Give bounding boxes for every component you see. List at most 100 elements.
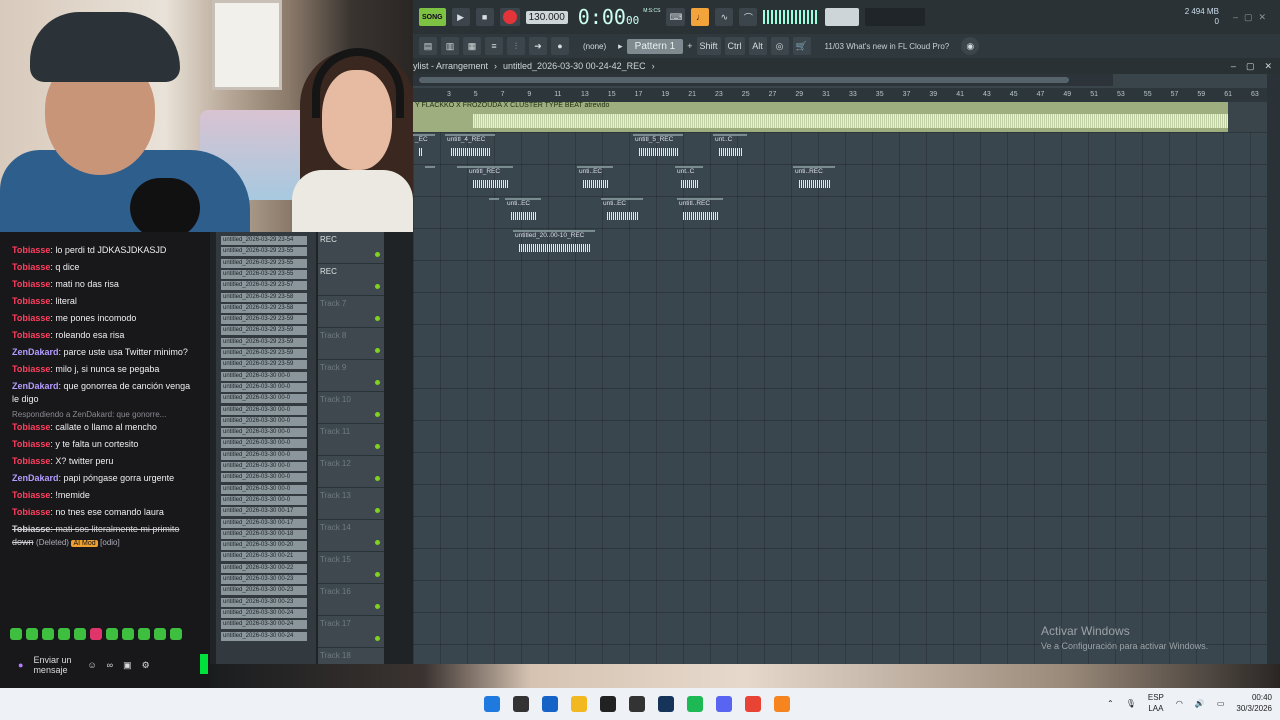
- chat-input-bar[interactable]: ● Enviar un mensaje ☺ ∞ ▣ ⚙: [0, 650, 210, 680]
- audio-clip-small[interactable]: [489, 198, 499, 224]
- browser-file[interactable]: untitled_2026-03-29 23-58: [221, 292, 307, 302]
- chat-username[interactable]: ZenDakard: [12, 347, 59, 357]
- mixer-icon[interactable]: ≡: [485, 37, 503, 55]
- browser-file[interactable]: untitled_2026-03-29 23-55: [221, 258, 307, 268]
- snap-icon[interactable]: ◎: [770, 37, 789, 55]
- extensions-icon[interactable]: ∞: [107, 660, 113, 670]
- browser-file[interactable]: untitled_2026-03-30 00-22: [221, 563, 307, 573]
- chat-username[interactable]: ZenDakard: [12, 381, 59, 391]
- audio-clip[interactable]: unt..C: [675, 166, 703, 192]
- audio-clip[interactable]: untitl_5_REC: [633, 134, 683, 160]
- track-header[interactable]: Track 9: [318, 360, 384, 392]
- metronome-icon[interactable]: ♩: [691, 8, 710, 26]
- chat-input[interactable]: Enviar un mensaje: [33, 655, 77, 675]
- chevron-up-icon[interactable]: ⌃: [1107, 699, 1114, 708]
- browser-file[interactable]: untitled_2026-03-30 00-0: [221, 439, 307, 449]
- emote-icon[interactable]: [90, 628, 102, 640]
- track-header[interactable]: Track 7: [318, 296, 384, 328]
- audio-clip-small[interactable]: [425, 134, 435, 160]
- browser-file[interactable]: untitled_2026-03-29 23-57: [221, 281, 307, 291]
- emote-icon[interactable]: [26, 628, 38, 640]
- browser-file[interactable]: untitled_2026-03-29 23-59: [221, 315, 307, 325]
- track-header[interactable]: Track 17: [318, 616, 384, 648]
- browser-file[interactable]: untitled_2026-03-30 00-0: [221, 450, 307, 460]
- chat-username[interactable]: Tobiasse: [12, 364, 50, 374]
- playlist-window-controls[interactable]: ‒ ▢ ✕: [1231, 61, 1280, 72]
- browser-file[interactable]: untitled_2026-03-30 00-0: [221, 495, 307, 505]
- chat-username[interactable]: Tobiasse: [12, 422, 50, 432]
- ctrl-button[interactable]: Ctrl: [724, 37, 745, 55]
- epic-games-icon[interactable]: [629, 696, 645, 712]
- folder-icon[interactable]: [571, 696, 587, 712]
- play-button[interactable]: ▶: [451, 8, 470, 26]
- track-header[interactable]: Track 10: [318, 392, 384, 424]
- window-controls[interactable]: ‒▢✕: [1233, 12, 1272, 23]
- browser-file[interactable]: untitled_2026-03-30 00-20: [221, 541, 307, 551]
- browser-file[interactable]: untitled_2026-03-29 23-59: [221, 349, 307, 358]
- audio-clip[interactable]: untitl_REC: [467, 166, 513, 192]
- chat-username[interactable]: Tobiasse: [12, 330, 50, 340]
- track-led[interactable]: [375, 348, 380, 353]
- chat-username[interactable]: Tobiasse: [12, 279, 50, 289]
- shift-button[interactable]: Shift: [696, 37, 721, 55]
- cart-icon[interactable]: 🛒: [792, 37, 811, 55]
- chat-username[interactable]: Tobiasse: [12, 439, 50, 449]
- track-led[interactable]: [375, 412, 380, 417]
- channel-rack-icon[interactable]: ▦: [463, 37, 481, 55]
- store-icon[interactable]: ▣: [123, 660, 132, 671]
- horizontal-scrollbar[interactable]: [413, 74, 1113, 86]
- browser-file[interactable]: untitled_2026-03-30 00-0: [221, 462, 307, 471]
- browser-file[interactable]: untitled_2026-03-29 23-59: [221, 326, 307, 336]
- playlist-icon[interactable]: ▤: [419, 37, 437, 55]
- track-led[interactable]: [375, 540, 380, 545]
- track-led[interactable]: [375, 508, 380, 513]
- emote-icon[interactable]: [138, 628, 150, 640]
- emote-icon[interactable]: [106, 628, 118, 640]
- gear-icon[interactable]: ⚙: [142, 660, 150, 671]
- arrow-icon[interactable]: ➜: [529, 37, 547, 55]
- time-display[interactable]: 0:0000: [574, 5, 643, 29]
- windows-start-icon[interactable]: [484, 696, 500, 712]
- browser-file[interactable]: untitled_2026-03-30 00-24: [221, 620, 307, 630]
- song-mode-button[interactable]: SONG: [419, 8, 446, 26]
- wait-icon[interactable]: ∿: [715, 8, 734, 26]
- audio-clip[interactable]: unti..EC: [601, 198, 643, 224]
- emoji-icon[interactable]: ☺: [87, 660, 96, 670]
- emote-icon[interactable]: [58, 628, 70, 640]
- vertical-scrollbar[interactable]: [1267, 74, 1280, 664]
- browser-file[interactable]: untitled_2026-03-30 00-23: [221, 586, 307, 596]
- browser-file[interactable]: untitled_2026-03-30 00-21: [221, 552, 307, 562]
- playlist-grid[interactable]: _EC untitl_4_REC untitl_5_REC unt..C untitl_…: [413, 132, 1267, 664]
- audio-clip[interactable]: unt..C: [713, 134, 747, 160]
- track-header[interactable]: Track 12: [318, 456, 384, 488]
- emote-icon[interactable]: [10, 628, 22, 640]
- chrome-icon[interactable]: [745, 696, 761, 712]
- timeline-ruler[interactable]: 3 5 7 9 11 13 15 17 19 21 23 25 27 29 31 33 35 37 39 41 43 45…: [413, 88, 1280, 102]
- pattern-selector-none[interactable]: (none): [583, 42, 606, 51]
- master-volume[interactable]: [825, 8, 860, 26]
- fl-studio-icon[interactable]: [774, 696, 790, 712]
- browser-file[interactable]: untitled_2026-03-30 00-0: [221, 371, 307, 381]
- chat-username[interactable]: Tobiasse: [12, 490, 50, 500]
- chat-username[interactable]: Tobiasse: [12, 245, 50, 255]
- browser-file[interactable]: untitled_2026-03-29 23-58: [221, 303, 307, 313]
- browser-file[interactable]: untitled_2026-03-30 00-0: [221, 382, 307, 392]
- track-header[interactable]: Track 8: [318, 328, 384, 360]
- track-header[interactable]: Track 13: [318, 488, 384, 520]
- track-led[interactable]: [375, 252, 380, 257]
- track-led[interactable]: [375, 572, 380, 577]
- alt-button[interactable]: Alt: [748, 37, 767, 55]
- track-header[interactable]: REC: [318, 232, 384, 264]
- obs-icon[interactable]: [600, 696, 616, 712]
- tempo-display[interactable]: 130.000: [525, 10, 568, 24]
- emote-icon[interactable]: [170, 628, 182, 640]
- emote-icon[interactable]: [74, 628, 86, 640]
- battery-icon[interactable]: ▭: [1217, 699, 1225, 708]
- browser-file[interactable]: untitled_2026-03-30 00-0: [221, 484, 307, 494]
- steam-icon[interactable]: [658, 696, 674, 712]
- emote-icon[interactable]: [122, 628, 134, 640]
- audio-clip[interactable]: unti..REC: [793, 166, 835, 192]
- wifi-icon[interactable]: ◠: [1176, 699, 1183, 708]
- chat-username[interactable]: Tobiasse: [12, 456, 50, 466]
- chat-username[interactable]: Tobiasse: [12, 296, 50, 306]
